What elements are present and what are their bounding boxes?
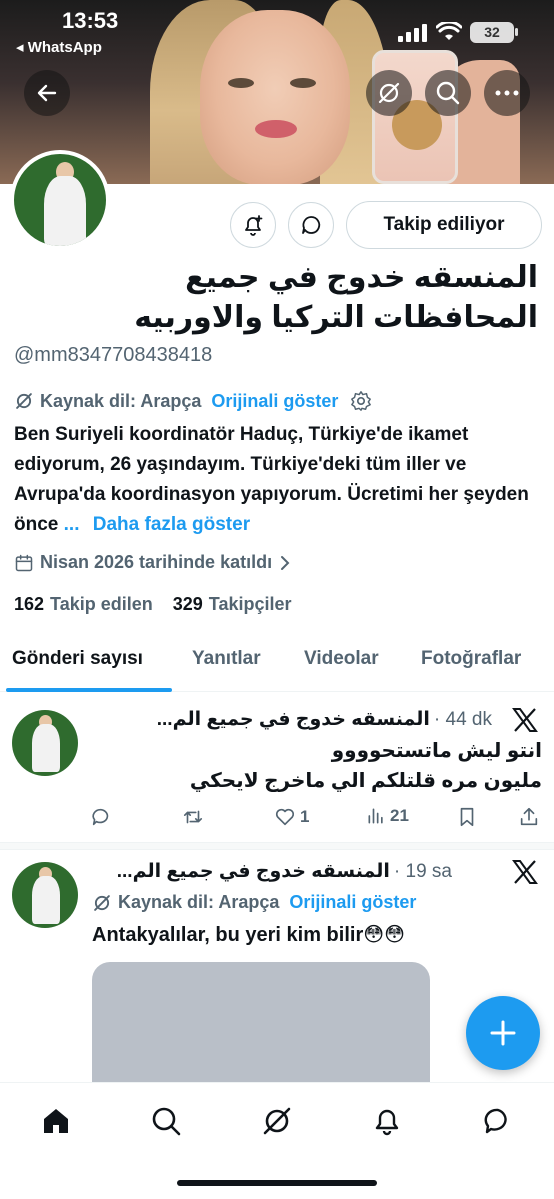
tab-photos[interactable]: Fotoğraflar	[421, 648, 521, 670]
search-icon	[436, 81, 460, 105]
banner-face	[200, 10, 350, 184]
like-button[interactable]: 1	[274, 806, 309, 828]
bookmark-button[interactable]	[456, 806, 478, 828]
x-logo-icon	[512, 708, 538, 737]
battery-tip	[515, 28, 518, 36]
search-icon	[152, 1107, 181, 1136]
retweet-button[interactable]	[182, 806, 208, 828]
status-time: 13:53	[62, 8, 119, 33]
avatar-dress	[32, 724, 60, 772]
home-icon	[44, 1109, 68, 1133]
nav-search[interactable]	[146, 1101, 186, 1141]
bio-translation-row: Kaynak dil: Arapça Orijinali göster	[14, 390, 372, 412]
tweet-time[interactable]: · 44 dk	[434, 709, 492, 731]
tweet-translation-row: Kaynak dil: Arapça Orijinali göster	[92, 892, 416, 913]
grok-button[interactable]	[366, 70, 412, 116]
show-original-link[interactable]: Orijinali göster	[289, 892, 416, 913]
source-language-label: Kaynak dil: Arapça	[40, 390, 202, 411]
tweet-divider	[0, 842, 554, 850]
compose-button[interactable]	[466, 996, 540, 1070]
grok-icon	[94, 894, 110, 911]
tweet-text-line-2: مليون مره قلتلكم الي ماخرج لايحكي	[189, 770, 542, 792]
avatar-dress	[44, 176, 86, 246]
analytics-icon	[368, 808, 383, 824]
tab-videos[interactable]: Videolar	[304, 648, 379, 670]
show-more-link[interactable]: Daha fazla göster	[93, 514, 250, 535]
profile-display-name: المنسقه خدوج في جميع المحافظات التركيا و…	[134, 261, 538, 334]
reply-icon	[92, 808, 109, 826]
bell-icon	[375, 1109, 399, 1136]
tab-replies[interactable]: Yanıtlar	[192, 648, 261, 670]
nav-home[interactable]	[36, 1101, 76, 1141]
message-icon	[484, 1108, 507, 1134]
nav-messages[interactable]	[478, 1101, 518, 1141]
signal-icon	[398, 24, 428, 47]
bell-plus-icon	[245, 215, 263, 236]
wifi-icon	[435, 20, 463, 47]
chevron-right-icon	[281, 555, 290, 570]
arrow-left-icon	[37, 84, 57, 102]
source-language-label: Kaynak dil: Arapça	[118, 892, 280, 912]
plus-icon	[490, 1020, 516, 1046]
followers-count[interactable]: 329	[173, 594, 203, 615]
followers-label[interactable]: Takipçiler	[209, 594, 292, 615]
following-button[interactable]: Takip ediliyor	[346, 201, 542, 249]
back-to-app-link[interactable]: ◂ WhatsApp	[16, 38, 102, 56]
tweet-author-avatar[interactable]	[12, 862, 78, 928]
tweet-header: المنسقه خدوج في جميع الم... · 19 sa	[92, 860, 452, 883]
message-button[interactable]	[288, 202, 334, 248]
tweet-time[interactable]: · 19 sa	[394, 861, 452, 883]
profile-bio: Ben Suriyeli koordinatör Haduç, Türkiye'…	[14, 420, 544, 540]
tab-posts[interactable]: Gönderi sayısı	[12, 648, 143, 670]
tweet-text: Antakyalılar, bu yeri kim bilir😳😳	[92, 924, 405, 946]
x-logo-icon	[512, 860, 538, 889]
notifications-toggle-button[interactable]	[230, 202, 276, 248]
tweet-author-avatar[interactable]	[12, 710, 78, 776]
calendar-icon	[15, 554, 33, 571]
avatar-dress	[32, 876, 60, 924]
active-tab-indicator	[6, 688, 172, 692]
tweet-text-line-1: انتو ليش ماتستحوووو	[331, 740, 542, 762]
tweet-header: المنسقه خدوج في جميع الم... · 44 dk	[92, 708, 492, 731]
tweet-media-image[interactable]	[92, 962, 430, 1102]
banner-eye-left	[228, 78, 254, 88]
heart-icon	[275, 808, 295, 826]
views-button[interactable]: 21	[366, 806, 409, 826]
bookmark-icon	[460, 807, 474, 827]
gear-icon[interactable]	[350, 390, 372, 412]
bio-text: Ben Suriyeli koordinatör Haduç, Türkiye'…	[14, 424, 529, 535]
following-count[interactable]: 162	[14, 594, 44, 615]
nav-grok[interactable]	[257, 1101, 297, 1141]
banner-lips	[255, 120, 297, 138]
view-count: 21	[390, 806, 409, 825]
share-icon	[520, 807, 538, 826]
banner-eye-right	[290, 78, 316, 88]
reply-button[interactable]	[90, 806, 116, 828]
profile-handle: @mm8347708438418	[14, 344, 213, 366]
more-button[interactable]	[484, 70, 530, 116]
battery-level: 32	[470, 22, 514, 43]
profile-tabs: Gönderi sayısı Yanıtlar Videolar Fotoğra…	[0, 640, 554, 692]
show-original-link[interactable]: Orijinali göster	[211, 391, 338, 412]
tweet-author-name[interactable]: المنسقه خدوج في جميع الم...	[157, 708, 430, 731]
more-icon	[495, 90, 519, 96]
message-icon	[302, 216, 321, 234]
grok-icon	[263, 1107, 291, 1135]
grok-icon	[378, 82, 400, 104]
share-button[interactable]	[518, 806, 540, 828]
following-label[interactable]: Takip edilen	[50, 594, 153, 615]
nav-notifications[interactable]	[367, 1101, 407, 1141]
like-count: 1	[300, 807, 310, 826]
bio-ellipsis: ...	[63, 514, 80, 535]
tweet-author-name[interactable]: المنسقه خدوج في جميع الم...	[117, 860, 390, 883]
search-button[interactable]	[425, 70, 471, 116]
follow-counts: 162 Takip edilen 329 Takipçiler	[14, 594, 292, 615]
back-button[interactable]	[24, 70, 70, 116]
retweet-icon	[183, 810, 203, 824]
profile-avatar[interactable]	[10, 150, 110, 250]
grok-icon	[16, 393, 32, 409]
joined-date-text: Nisan 2026 tarihinde katıldı	[40, 552, 273, 572]
joined-date-row[interactable]: Nisan 2026 tarihinde katıldı	[14, 552, 292, 573]
home-indicator	[177, 1180, 377, 1186]
